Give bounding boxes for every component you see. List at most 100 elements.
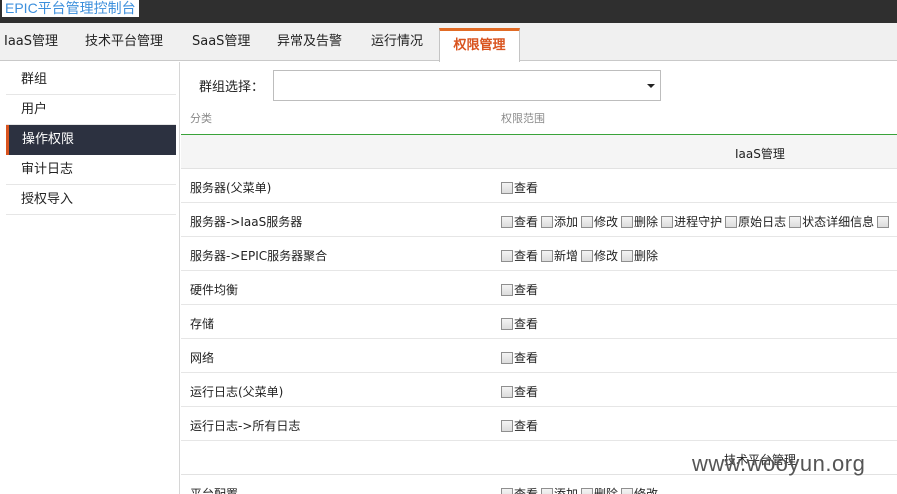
row-category: 运行日志->所有日志 xyxy=(190,419,301,433)
row-permissions: 查看 xyxy=(501,281,541,298)
checkbox-icon[interactable] xyxy=(789,215,802,228)
checkbox-icon[interactable] xyxy=(621,215,634,228)
checkbox-icon[interactable] xyxy=(725,215,738,228)
row-category: 服务器(父菜单) xyxy=(190,181,272,195)
row-permissions: 查看 xyxy=(501,315,541,332)
permission-label: 查看 xyxy=(514,181,539,195)
permission-label: 查看 xyxy=(514,385,539,399)
tab-alerts[interactable]: 异常及告警 xyxy=(277,23,342,61)
permission-label: 修改 xyxy=(594,215,619,229)
permission-checkbox[interactable]: 添加 xyxy=(541,485,578,494)
row-category: 硬件均衡 xyxy=(190,283,239,297)
checkbox-icon[interactable] xyxy=(541,249,554,262)
checkbox-icon[interactable] xyxy=(501,249,513,262)
tab-saas[interactable]: SaaS管理 xyxy=(192,23,250,61)
permission-label: 查看 xyxy=(514,283,539,297)
checkbox-icon[interactable] xyxy=(581,215,594,228)
permission-checkbox[interactable]: 删除 xyxy=(581,485,618,494)
permission-label: 修改 xyxy=(634,487,659,494)
permission-label: 查看 xyxy=(514,351,539,365)
permission-checkbox[interactable]: 删除 xyxy=(621,247,658,264)
chevron-down-icon xyxy=(647,84,655,88)
permission-label: 状态详细信息 xyxy=(802,215,875,229)
tab-operation[interactable]: 运行情况 xyxy=(371,23,423,61)
group-select[interactable] xyxy=(273,70,661,101)
checkbox-icon[interactable] xyxy=(877,215,890,228)
sidebar-item-audit-log[interactable]: 审计日志 xyxy=(6,155,176,185)
permission-label: 删除 xyxy=(634,249,659,263)
permission-checkbox[interactable]: 查看 xyxy=(501,485,538,494)
permission-checkbox[interactable]: 进程守护 xyxy=(661,213,722,230)
permission-label: 原始日志 xyxy=(738,215,787,229)
checkbox-icon[interactable] xyxy=(501,215,513,228)
permission-checkbox[interactable]: 状态详细信息 xyxy=(789,213,874,230)
permission-checkbox[interactable]: 新增 xyxy=(541,247,578,264)
permission-checkbox[interactable]: 查看 xyxy=(501,349,538,366)
table-row: 存储 查看 xyxy=(181,305,897,339)
watermark: www.wooyun.org xyxy=(692,451,866,476)
checkbox-icon[interactable] xyxy=(661,215,674,228)
checkbox-icon[interactable] xyxy=(581,249,594,262)
permission-checkbox[interactable]: 删除 xyxy=(621,213,658,230)
column-header-scope: 权限范围 xyxy=(501,112,545,125)
tab-tech-platform[interactable]: 技术平台管理 xyxy=(85,23,163,61)
table-row: 运行日志(父菜单) 查看 xyxy=(181,373,897,407)
sidebar-item-users[interactable]: 用户 xyxy=(6,95,176,125)
permission-checkbox[interactable]: 原始日志 xyxy=(725,213,786,230)
permission-label: 进程守护 xyxy=(674,215,723,229)
checkbox-icon[interactable] xyxy=(541,487,554,494)
permission-label: 修改 xyxy=(594,249,619,263)
app-title: EPIC平台管理控制台 xyxy=(2,0,139,17)
checkbox-icon[interactable] xyxy=(501,181,513,194)
permission-checkbox[interactable]: 查看 xyxy=(501,417,538,434)
checkbox-icon[interactable] xyxy=(501,487,513,494)
section-title: IaaS管理 xyxy=(735,147,785,161)
top-bar: EPIC平台管理控制台 xyxy=(0,0,897,23)
table-row: 服务器(父菜单) 查看 xyxy=(181,169,897,203)
checkbox-icon[interactable] xyxy=(501,283,513,296)
permission-checkbox[interactable]: 查看 xyxy=(501,247,538,264)
column-header-category: 分类 xyxy=(190,112,212,125)
sidebar-item-operation-permissions[interactable]: 操作权限 xyxy=(6,125,176,155)
main-content: 群组选择： 分类 权限范围 IaaS管理 服务器(父菜单) 查看 服务器->Ia… xyxy=(181,62,897,494)
permission-checkbox[interactable]: 修改 xyxy=(581,247,618,264)
permission-label: 查看 xyxy=(514,215,539,229)
checkbox-icon[interactable] xyxy=(541,215,554,228)
section-header-iaas: IaaS管理 xyxy=(181,135,897,169)
table-row: 服务器->IaaS服务器 查看 添加 修改 删除 进程守护 原始日志 状态详细信… xyxy=(181,203,897,237)
permission-checkbox[interactable]: 添加 xyxy=(541,213,578,230)
permission-checkbox[interactable]: 查看 xyxy=(501,315,538,332)
tab-permissions[interactable]: 权限管理 xyxy=(439,28,520,62)
checkbox-icon[interactable] xyxy=(621,487,634,494)
row-permissions: 查看 添加 修改 删除 进程守护 原始日志 状态详细信息 xyxy=(501,213,893,230)
row-permissions: 查看 xyxy=(501,383,541,400)
checkbox-icon[interactable] xyxy=(501,385,513,398)
permission-checkbox[interactable] xyxy=(877,215,890,228)
permission-checkbox[interactable]: 查看 xyxy=(501,213,538,230)
checkbox-icon[interactable] xyxy=(621,249,634,262)
row-category: 服务器->EPIC服务器聚合 xyxy=(190,249,328,263)
checkbox-icon[interactable] xyxy=(501,317,513,330)
row-permissions: 查看 xyxy=(501,417,541,434)
row-permissions: 查看 新增 修改 删除 xyxy=(501,247,661,264)
table-row: 运行日志->所有日志 查看 xyxy=(181,407,897,441)
permission-label: 查看 xyxy=(514,317,539,331)
sidebar-item-groups[interactable]: 群组 xyxy=(6,65,176,95)
table-row: 服务器->EPIC服务器聚合 查看 新增 修改 删除 xyxy=(181,237,897,271)
permission-label: 添加 xyxy=(554,487,579,494)
checkbox-icon[interactable] xyxy=(501,351,513,364)
row-permissions: 查看 添加 删除 修改 xyxy=(501,485,661,494)
permission-label: 查看 xyxy=(514,249,539,263)
checkbox-icon[interactable] xyxy=(501,419,513,432)
permission-checkbox[interactable]: 查看 xyxy=(501,179,538,196)
permission-checkbox[interactable]: 修改 xyxy=(621,485,658,494)
sidebar-item-import-authorization[interactable]: 授权导入 xyxy=(6,185,176,215)
checkbox-icon[interactable] xyxy=(581,487,594,494)
group-select-label: 群组选择： xyxy=(199,80,265,95)
table-row: 硬件均衡 查看 xyxy=(181,271,897,305)
main-tabs: IaaS管理 技术平台管理 SaaS管理 异常及告警 运行情况 权限管理 xyxy=(0,23,897,62)
permission-checkbox[interactable]: 查看 xyxy=(501,281,538,298)
permission-checkbox[interactable]: 修改 xyxy=(581,213,618,230)
tab-iaas[interactable]: IaaS管理 xyxy=(4,23,58,61)
permission-checkbox[interactable]: 查看 xyxy=(501,383,538,400)
